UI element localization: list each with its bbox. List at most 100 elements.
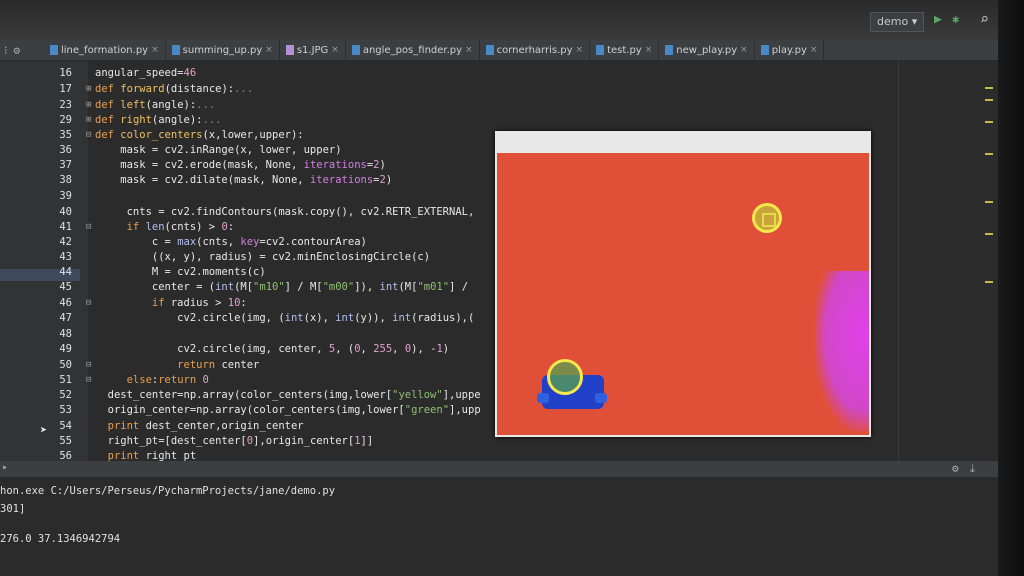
fold-marker-icon[interactable]: ⊟ <box>86 358 91 373</box>
code-text: def left(angle):... <box>95 98 215 113</box>
warning-mark[interactable] <box>985 201 993 203</box>
hide-panel-icon[interactable]: ⤓ <box>970 462 975 476</box>
editor-tab[interactable]: summing_up.py × <box>166 40 280 60</box>
gear-icon[interactable]: ⚙ <box>14 44 21 57</box>
tab-label: cornerharris.py <box>496 44 573 56</box>
warning-mark[interactable] <box>985 233 993 235</box>
code-token: ],uppe <box>442 389 481 401</box>
code-token: ] / M[ <box>284 281 323 293</box>
code-token: "m00" <box>322 281 355 293</box>
fold-marker-icon[interactable]: ⊟ <box>86 296 91 311</box>
code-token: cnts = cv2.findContours(mask.copy(), cv2… <box>95 206 475 218</box>
warning-mark[interactable] <box>985 121 993 123</box>
settings-icon[interactable]: ⚙ <box>952 462 959 475</box>
code-token: : <box>240 297 247 309</box>
run-configuration-select[interactable]: demo ▾ <box>870 12 925 32</box>
console-line: 276.0 37.1346942794 <box>0 533 121 545</box>
close-tab-icon[interactable]: × <box>576 45 584 55</box>
fold-marker-icon[interactable]: ⊞ <box>86 82 91 97</box>
code-token: (distance): <box>164 83 235 95</box>
code-text: def color_centers(x,lower,upper): <box>95 128 304 143</box>
fold-marker-icon[interactable]: ⊞ <box>86 113 91 128</box>
split-icon[interactable]: ⁝ <box>4 44 8 57</box>
warning-mark[interactable] <box>985 87 993 89</box>
close-tab-icon[interactable]: × <box>810 45 818 55</box>
debug-icon[interactable]: ✱ <box>952 12 959 26</box>
code-token: ... <box>202 114 222 126</box>
code-text: dest_center=np.array(color_centers(img,l… <box>95 388 481 403</box>
code-token: 255 <box>373 343 393 355</box>
code-token: (angle): <box>151 114 203 126</box>
code-token: center <box>221 359 260 371</box>
code-text: c = max(cnts, key=cv2.contourArea) <box>95 235 367 250</box>
code-token: int <box>335 312 355 324</box>
code-token: ... <box>234 83 254 95</box>
camera-frame <box>497 153 869 435</box>
editor-tab[interactable]: cornerharris.py × <box>480 40 591 60</box>
code-token: int <box>392 312 412 324</box>
line-number: 37 <box>59 159 72 171</box>
code-token: else <box>95 374 152 386</box>
tab-label: play.py <box>771 44 807 56</box>
code-line[interactable]: 16 angular_speed=46 <box>0 66 1000 81</box>
code-token: int <box>284 312 304 324</box>
error-stripe[interactable] <box>982 61 996 461</box>
line-number: 29 <box>59 114 72 126</box>
search-icon[interactable]: ⌕ <box>980 10 989 28</box>
close-tab-icon[interactable]: × <box>331 45 339 55</box>
warning-mark[interactable] <box>985 153 993 155</box>
code-token: def <box>95 114 121 126</box>
code-token: (M[ <box>234 281 254 293</box>
code-line[interactable]: 17 ⊞ def forward(distance):... <box>0 82 1000 97</box>
code-token: "m10" <box>253 281 285 293</box>
run-icon[interactable]: ▶ <box>934 12 942 27</box>
warning-mark[interactable] <box>985 99 993 101</box>
code-token: int <box>215 281 235 293</box>
code-text: if radius > 10: <box>95 296 247 311</box>
run-console[interactable]: hon.exe C:/Users/Perseus/PycharmProjects… <box>0 477 1000 576</box>
code-token: iterations <box>303 159 367 171</box>
code-token: (y)), <box>354 312 393 324</box>
fold-marker-icon[interactable]: ⊞ <box>86 98 91 113</box>
close-tab-icon[interactable]: × <box>465 45 473 55</box>
code-token: "green" <box>404 404 450 416</box>
editor-tab[interactable]: angle_pos_finder.py × <box>346 40 480 60</box>
code-text: mask = cv2.dilate(mask, None, iterations… <box>95 173 392 188</box>
magenta-object <box>815 271 869 431</box>
tab-label: line_formation.py <box>61 44 149 56</box>
code-text: return center <box>95 358 259 373</box>
code-line[interactable]: 29 ⊞ def right(angle):... <box>0 113 1000 128</box>
close-tab-icon[interactable]: × <box>265 45 273 55</box>
editor-tab[interactable]: s1.JPG × <box>280 40 346 60</box>
python-file-icon <box>665 45 674 55</box>
code-token: (M[ <box>398 281 418 293</box>
run-tool-icon[interactable]: ▸ <box>2 462 8 473</box>
warning-mark[interactable] <box>985 281 993 283</box>
line-number: 23 <box>59 99 72 111</box>
code-token: len <box>145 221 165 233</box>
code-text: def forward(distance):... <box>95 82 253 97</box>
fold-marker-icon[interactable]: ⊟ <box>86 220 91 235</box>
code-token: (x), <box>303 312 336 324</box>
close-tab-icon[interactable]: × <box>151 45 159 55</box>
line-number: 40 <box>59 206 72 218</box>
code-token: ],origin_center[ <box>253 435 355 447</box>
code-token: =cv2.contourArea) <box>259 236 367 248</box>
fold-marker-icon[interactable]: ⊟ <box>86 128 91 143</box>
code-token: center = ( <box>95 281 216 293</box>
code-token: ] / <box>449 281 475 293</box>
close-tab-icon[interactable]: × <box>740 45 748 55</box>
editor-tab[interactable]: new_play.py × <box>659 40 755 60</box>
code-text: angular_speed=46 <box>95 66 196 81</box>
opencv-frame-window[interactable] <box>495 131 871 437</box>
editor-tab[interactable]: play.py × <box>755 40 825 60</box>
code-token: 10 <box>227 297 241 309</box>
code-text: M = cv2.moments(c) <box>95 265 266 280</box>
code-token: ) <box>379 159 386 171</box>
close-tab-icon[interactable]: × <box>645 45 653 55</box>
console-line: 301] <box>0 503 26 515</box>
editor-tab[interactable]: line_formation.py × <box>44 40 166 60</box>
fold-marker-icon[interactable]: ⊟ <box>86 373 91 388</box>
editor-tab[interactable]: test.py × <box>590 40 660 60</box>
code-line[interactable]: 23 ⊞ def left(angle):... <box>0 98 1000 113</box>
